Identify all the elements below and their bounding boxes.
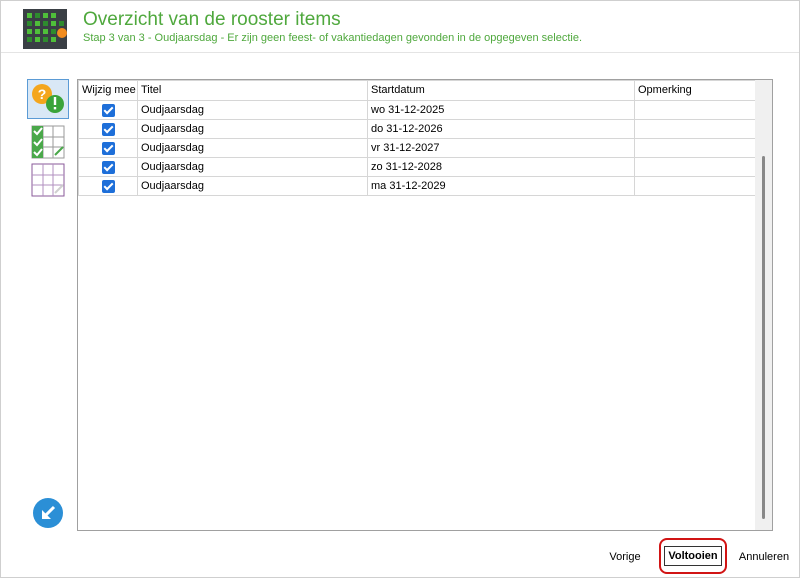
sidebar-item-grid[interactable]	[27, 160, 69, 200]
row-checkbox-cell[interactable]	[78, 138, 138, 158]
row-checkbox[interactable]	[101, 179, 115, 193]
opmerking-cell[interactable]	[634, 176, 756, 196]
titel-cell[interactable]: Oudjaarsdag	[137, 157, 368, 177]
startdatum-cell[interactable]: wo 31-12-2025	[367, 100, 635, 120]
startdatum-cell[interactable]: ma 31-12-2029	[367, 176, 635, 196]
startdatum-cell[interactable]: zo 31-12-2028	[367, 157, 635, 177]
row-checkbox[interactable]	[101, 103, 115, 117]
app-logo-icon	[23, 9, 69, 51]
finish-button-label: Voltooien	[664, 546, 722, 566]
opmerking-cell[interactable]	[634, 119, 756, 139]
back-arrow-icon	[33, 498, 63, 528]
previous-button[interactable]: Vorige	[605, 546, 645, 568]
row-checkbox-cell[interactable]	[78, 157, 138, 177]
row-checkbox-cell[interactable]	[78, 100, 138, 120]
opmerking-cell[interactable]	[634, 100, 756, 120]
table-row[interactable]: Oudjaarsdag do 31-12-2026	[78, 119, 756, 139]
sidebar-item-overview[interactable]: ?	[27, 79, 69, 119]
titel-cell[interactable]: Oudjaarsdag	[137, 119, 368, 139]
opmerking-cell[interactable]	[634, 138, 756, 158]
column-header-opmerking[interactable]: Opmerking	[634, 80, 756, 101]
titel-cell[interactable]: Oudjaarsdag	[137, 176, 368, 196]
question-exclamation-icon: ?	[32, 84, 64, 113]
column-header-titel[interactable]: Titel	[137, 80, 368, 101]
finish-button[interactable]: Voltooien	[659, 538, 727, 574]
vertical-scrollbar-thumb[interactable]	[762, 156, 765, 519]
row-checkbox[interactable]	[101, 122, 115, 136]
startdatum-cell[interactable]: vr 31-12-2027	[367, 138, 635, 158]
table-row[interactable]: Oudjaarsdag zo 31-12-2028	[78, 157, 756, 177]
row-checkbox[interactable]	[101, 160, 115, 174]
checked-grid-icon	[31, 125, 65, 159]
rooster-items-grid[interactable]: Wijzig mee Titel Startdatum Opmerking Ou…	[77, 79, 773, 531]
row-checkbox-cell[interactable]	[78, 119, 138, 139]
back-button[interactable]	[27, 493, 69, 533]
table-header-row: Wijzig mee Titel Startdatum Opmerking	[78, 80, 756, 101]
rooster-table: Wijzig mee Titel Startdatum Opmerking Ou…	[78, 80, 756, 196]
opmerking-cell[interactable]	[634, 157, 756, 177]
wizard-header: Overzicht van de rooster items Stap 3 va…	[1, 1, 799, 53]
cancel-button[interactable]: Annuleren	[737, 546, 791, 568]
svg-text:?: ?	[38, 86, 47, 102]
table-row[interactable]: Oudjaarsdag wo 31-12-2025	[78, 100, 756, 120]
row-checkbox[interactable]	[101, 141, 115, 155]
table-row[interactable]: Oudjaarsdag vr 31-12-2027	[78, 138, 756, 158]
titel-cell[interactable]: Oudjaarsdag	[137, 100, 368, 120]
column-header-startdatum[interactable]: Startdatum	[367, 80, 635, 101]
empty-grid-icon	[31, 163, 65, 197]
titel-cell[interactable]: Oudjaarsdag	[137, 138, 368, 158]
startdatum-cell[interactable]: do 31-12-2026	[367, 119, 635, 139]
table-row[interactable]: Oudjaarsdag ma 31-12-2029	[78, 176, 756, 196]
column-header-wijzig-mee[interactable]: Wijzig mee	[78, 80, 138, 101]
row-checkbox-cell[interactable]	[78, 176, 138, 196]
sidebar-item-selection[interactable]	[27, 122, 69, 162]
wizard-window: Overzicht van de rooster items Stap 3 va…	[0, 0, 800, 578]
page-subtitle: Stap 3 van 3 - Oudjaarsdag - Er zijn gee…	[83, 32, 583, 44]
page-title: Overzicht van de rooster items	[83, 9, 341, 30]
